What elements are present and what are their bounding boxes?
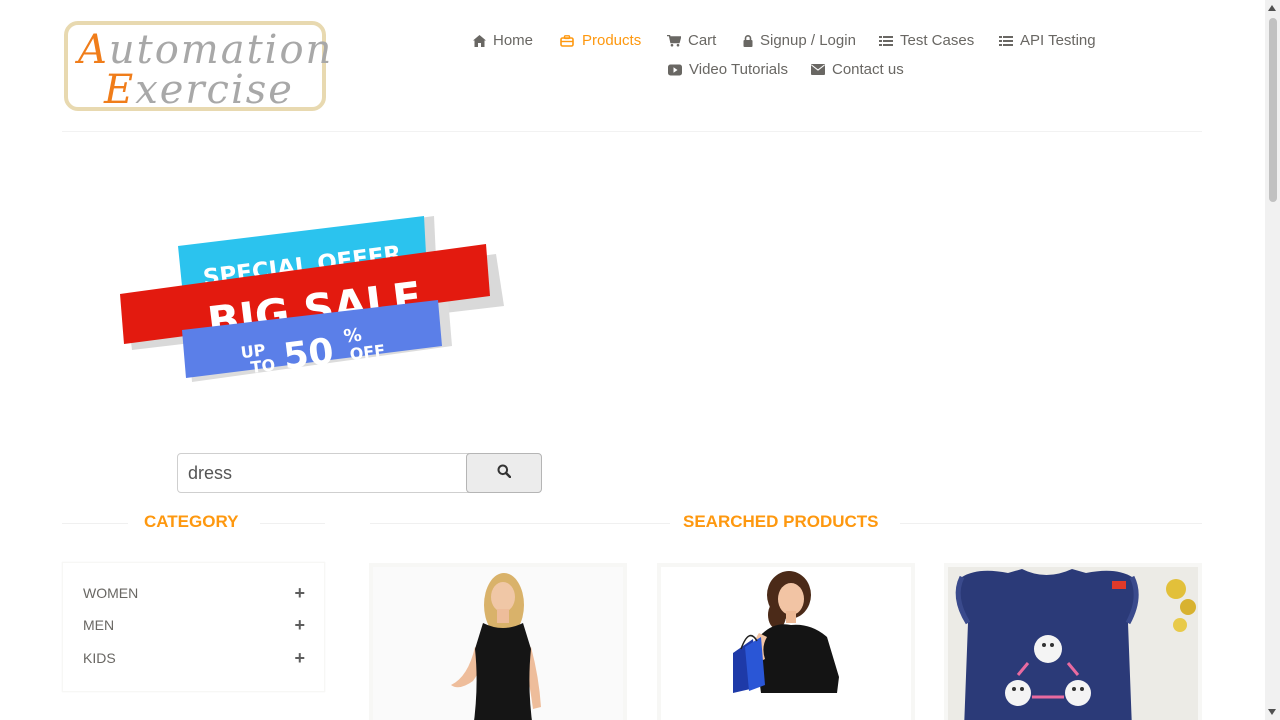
nav-cart[interactable]: Cart xyxy=(667,32,716,49)
search-button[interactable] xyxy=(466,453,542,493)
list-icon xyxy=(999,34,1013,48)
logo-cap-e: E xyxy=(104,67,136,113)
logo-rest-2: xercise xyxy=(135,67,294,113)
category-title: CATEGORY xyxy=(144,512,239,531)
searched-products-title: SEARCHED PRODUCTS xyxy=(683,512,879,531)
nav-products-label: Products xyxy=(582,32,642,49)
category-women-label: WOMEN xyxy=(83,585,139,601)
sale-banner: SPECIAL OFFER BIG SALE UP TO 50 % OFF xyxy=(120,216,504,382)
scrollbar-thumb[interactable] xyxy=(1269,18,1277,202)
title-line-right xyxy=(900,523,1202,524)
nav-test-cases-label: Test Cases xyxy=(900,32,975,49)
youtube-icon xyxy=(668,63,682,77)
site-logo[interactable]: Automation Exercise xyxy=(64,21,331,113)
category-panel: WOMEN + MEN + KIDS + xyxy=(62,562,325,692)
nav-api-testing-label: API Testing xyxy=(1020,32,1096,49)
scroll-up-arrow-icon[interactable] xyxy=(1268,5,1276,11)
category-men-label: MEN xyxy=(83,617,115,633)
nav-home-label: Home xyxy=(493,32,534,49)
logo-line-2: Exercise xyxy=(104,67,294,113)
search-icon xyxy=(497,464,512,483)
nav-cart-label: Cart xyxy=(688,32,717,49)
category-women[interactable]: WOMEN + xyxy=(83,583,305,603)
page: Automation Exercise Home Products Cart S… xyxy=(0,0,1280,720)
envelope-icon xyxy=(811,63,825,77)
title-line-left xyxy=(62,523,128,524)
product-card[interactable] xyxy=(944,563,1202,720)
product-card[interactable] xyxy=(369,563,627,720)
nav-contact-us-label: Contact us xyxy=(832,61,904,78)
nav-signup-login-label: Signup / Login xyxy=(760,32,856,49)
title-line-right xyxy=(260,523,325,524)
category-kids[interactable]: KIDS + xyxy=(83,648,305,668)
nav-video-tutorials[interactable]: Video Tutorials xyxy=(668,61,788,78)
home-icon xyxy=(472,34,486,48)
category-kids-label: KIDS xyxy=(83,650,116,666)
title-line-left xyxy=(370,523,670,524)
products-title-wrap: SEARCHED PRODUCTS xyxy=(370,512,1202,534)
nav-video-tutorials-label: Video Tutorials xyxy=(689,61,788,78)
plus-icon[interactable]: + xyxy=(294,648,305,669)
cart-icon xyxy=(667,34,681,48)
nav-products[interactable]: Products xyxy=(560,32,641,49)
category-title-wrap: CATEGORY xyxy=(62,512,325,534)
nav-signup-login[interactable]: Signup / Login xyxy=(743,32,856,49)
product-card[interactable] xyxy=(657,563,915,720)
search-input[interactable] xyxy=(177,453,469,493)
nav-home[interactable]: Home xyxy=(472,32,533,49)
banner-amount-text: 50 xyxy=(281,331,336,378)
plus-icon[interactable]: + xyxy=(294,583,305,604)
product-image-kids-top xyxy=(948,567,1198,720)
list-icon xyxy=(879,34,893,48)
banner-off-text: OFF xyxy=(349,341,387,364)
nav-api-testing[interactable]: API Testing xyxy=(999,32,1096,49)
lock-icon xyxy=(743,34,753,48)
nav-test-cases[interactable]: Test Cases xyxy=(879,32,974,49)
page-scrollbar[interactable] xyxy=(1265,0,1280,720)
category-men[interactable]: MEN + xyxy=(83,615,305,635)
nav-contact-us[interactable]: Contact us xyxy=(811,61,904,78)
header-divider xyxy=(62,131,1202,132)
plus-icon[interactable]: + xyxy=(294,615,305,636)
products-icon xyxy=(560,34,574,48)
product-image-black-dress xyxy=(373,567,623,720)
product-image-shopping-woman xyxy=(661,567,911,720)
scroll-down-arrow-icon[interactable] xyxy=(1268,709,1276,715)
banner-to-text: TO xyxy=(250,355,277,377)
